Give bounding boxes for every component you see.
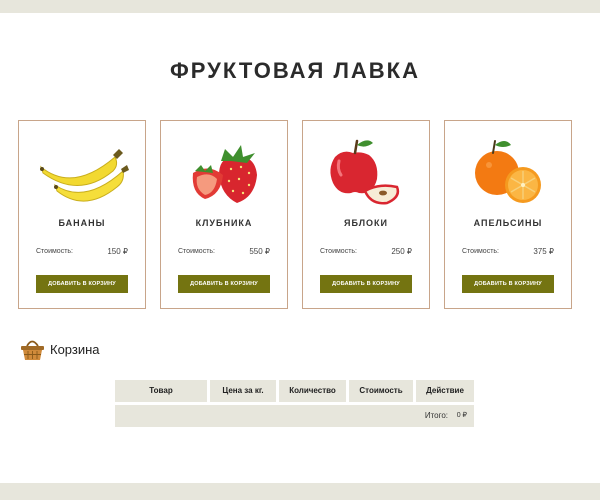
product-card-oranges: АПЕЛЬСИНЫ Стоимость: 375 ₽ ДОБАВИТЬ В КО…: [444, 120, 572, 309]
top-bar: [0, 0, 600, 13]
product-list: БАНАНЫ Стоимость: 150 ₽ ДОБАВИТЬ В КОРЗИ…: [18, 120, 574, 309]
product-name: БАНАНЫ: [58, 218, 106, 228]
product-name: ЯБЛОКИ: [344, 218, 388, 228]
basket-icon: [21, 340, 44, 360]
page: ФРУКТОВАЯ ЛАВКА БАНАНЫ Стоимость: 150 ₽ …: [0, 0, 600, 500]
cart-total-row: Итого: 0 ₽: [115, 405, 474, 427]
add-to-cart-button[interactable]: ДОБАВИТЬ В КОРЗИНУ: [36, 275, 128, 293]
column-header-quantity: Количество: [279, 380, 346, 402]
price-label: Стоимость:: [320, 248, 357, 255]
price-value: 550 ₽: [249, 247, 270, 256]
page-title: ФРУКТОВАЯ ЛАВКА: [170, 58, 420, 83]
column-header-price: Цена за кг.: [210, 380, 276, 402]
orange-icon: [475, 140, 541, 203]
bottom-bar: [0, 483, 600, 500]
price-label: Стоимость:: [462, 248, 499, 255]
price-value: 375 ₽: [533, 247, 554, 256]
add-to-cart-button[interactable]: ДОБАВИТЬ В КОРЗИНУ: [462, 275, 554, 293]
column-header-product: Товар: [115, 380, 207, 402]
total-value: 0 ₽: [456, 412, 467, 419]
product-card-strawberry: КЛУБНИКА Стоимость: 550 ₽ ДОБАВИТЬ В КОР…: [160, 120, 288, 309]
price-label: Стоимость:: [36, 248, 73, 255]
price-label: Стоимость:: [178, 248, 215, 255]
product-name: АПЕЛЬСИНЫ: [473, 218, 543, 228]
price-value: 150 ₽: [107, 247, 128, 256]
price-value: 250 ₽: [391, 247, 412, 256]
banana-icon: [39, 149, 129, 202]
column-header-action: Действие: [416, 380, 474, 402]
product-card-bananas: БАНАНЫ Стоимость: 150 ₽ ДОБАВИТЬ В КОРЗИ…: [18, 120, 146, 309]
add-to-cart-button[interactable]: ДОБАВИТЬ В КОРЗИНУ: [178, 275, 270, 293]
product-card-apples: ЯБЛОКИ Стоимость: 250 ₽ ДОБАВИТЬ В КОРЗИ…: [302, 120, 430, 309]
total-label: Итого:: [424, 411, 448, 420]
apple-icon: [330, 139, 400, 205]
product-name: КЛУБНИКА: [195, 218, 253, 228]
add-to-cart-button[interactable]: ДОБАВИТЬ В КОРЗИНУ: [320, 275, 412, 293]
cart-title: Корзина: [50, 342, 100, 357]
column-header-cost: Стоимость: [349, 380, 413, 402]
strawberry-icon: [192, 145, 257, 203]
